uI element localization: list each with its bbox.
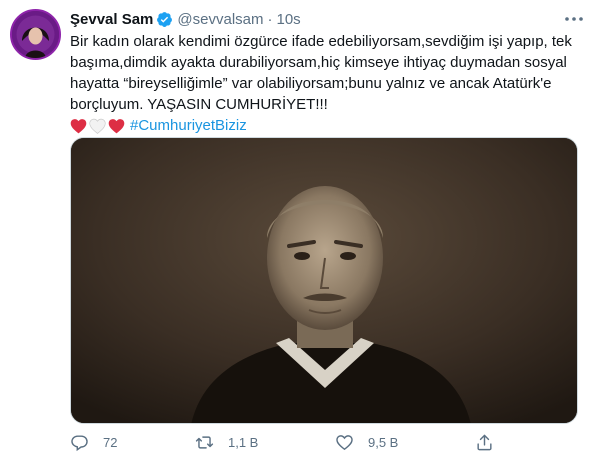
retweet-icon [195, 435, 214, 449]
white-heart-icon [89, 118, 106, 134]
red-heart-icon [108, 118, 125, 133]
separator-dot: · [267, 10, 273, 28]
user-handle[interactable]: @sevvalsam [177, 11, 263, 28]
tweet-actions: 72 1,1 B 9,5 B [70, 430, 500, 454]
more-options-icon[interactable] [563, 10, 585, 28]
tweet-text-line: Bir kadın olarak kendimi özgürce ifade e… [70, 33, 572, 50]
reply-icon [71, 434, 88, 451]
like-count: 9,5 B [368, 434, 399, 450]
tweet-timestamp[interactable]: 10s [277, 11, 301, 28]
tweet-header: Şevval Sam @sevvalsam · 10s [70, 9, 301, 29]
emoji-hashtag-line: #CumhuriyetBiziz [70, 115, 580, 136]
tweet-text-line: başıma,dimdik ayakta durabiliyorsam,hiç … [70, 54, 567, 71]
tweet-text-line: hayatta “bireyselliğimle” var olabiliyor… [70, 75, 552, 92]
avatar[interactable] [10, 9, 61, 60]
tweet-text: Bir kadın olarak kendimi özgürce ifade e… [70, 31, 580, 136]
tweet-card[interactable]: Şevval Sam @sevvalsam · 10s Bir kadın ol… [0, 0, 599, 470]
retweet-button[interactable]: 1,1 B [195, 430, 258, 454]
tweet-photo[interactable] [70, 137, 578, 424]
share-icon [477, 434, 492, 450]
tweet-text-line: borçluyum. YAŞASIN CUMHURİYET!!! [70, 96, 328, 113]
reply-button[interactable]: 72 [70, 430, 117, 454]
display-name[interactable]: Şevval Sam [70, 11, 153, 28]
share-button[interactable] [475, 430, 508, 454]
hashtag-link[interactable]: #CumhuriyetBiziz [130, 115, 247, 136]
like-button[interactable]: 9,5 B [335, 430, 398, 454]
heart-outline-icon [336, 434, 353, 450]
retweet-count: 1,1 B [228, 434, 259, 450]
verified-badge-icon [156, 11, 173, 28]
reply-count: 72 [103, 434, 118, 450]
red-heart-icon [70, 118, 87, 133]
